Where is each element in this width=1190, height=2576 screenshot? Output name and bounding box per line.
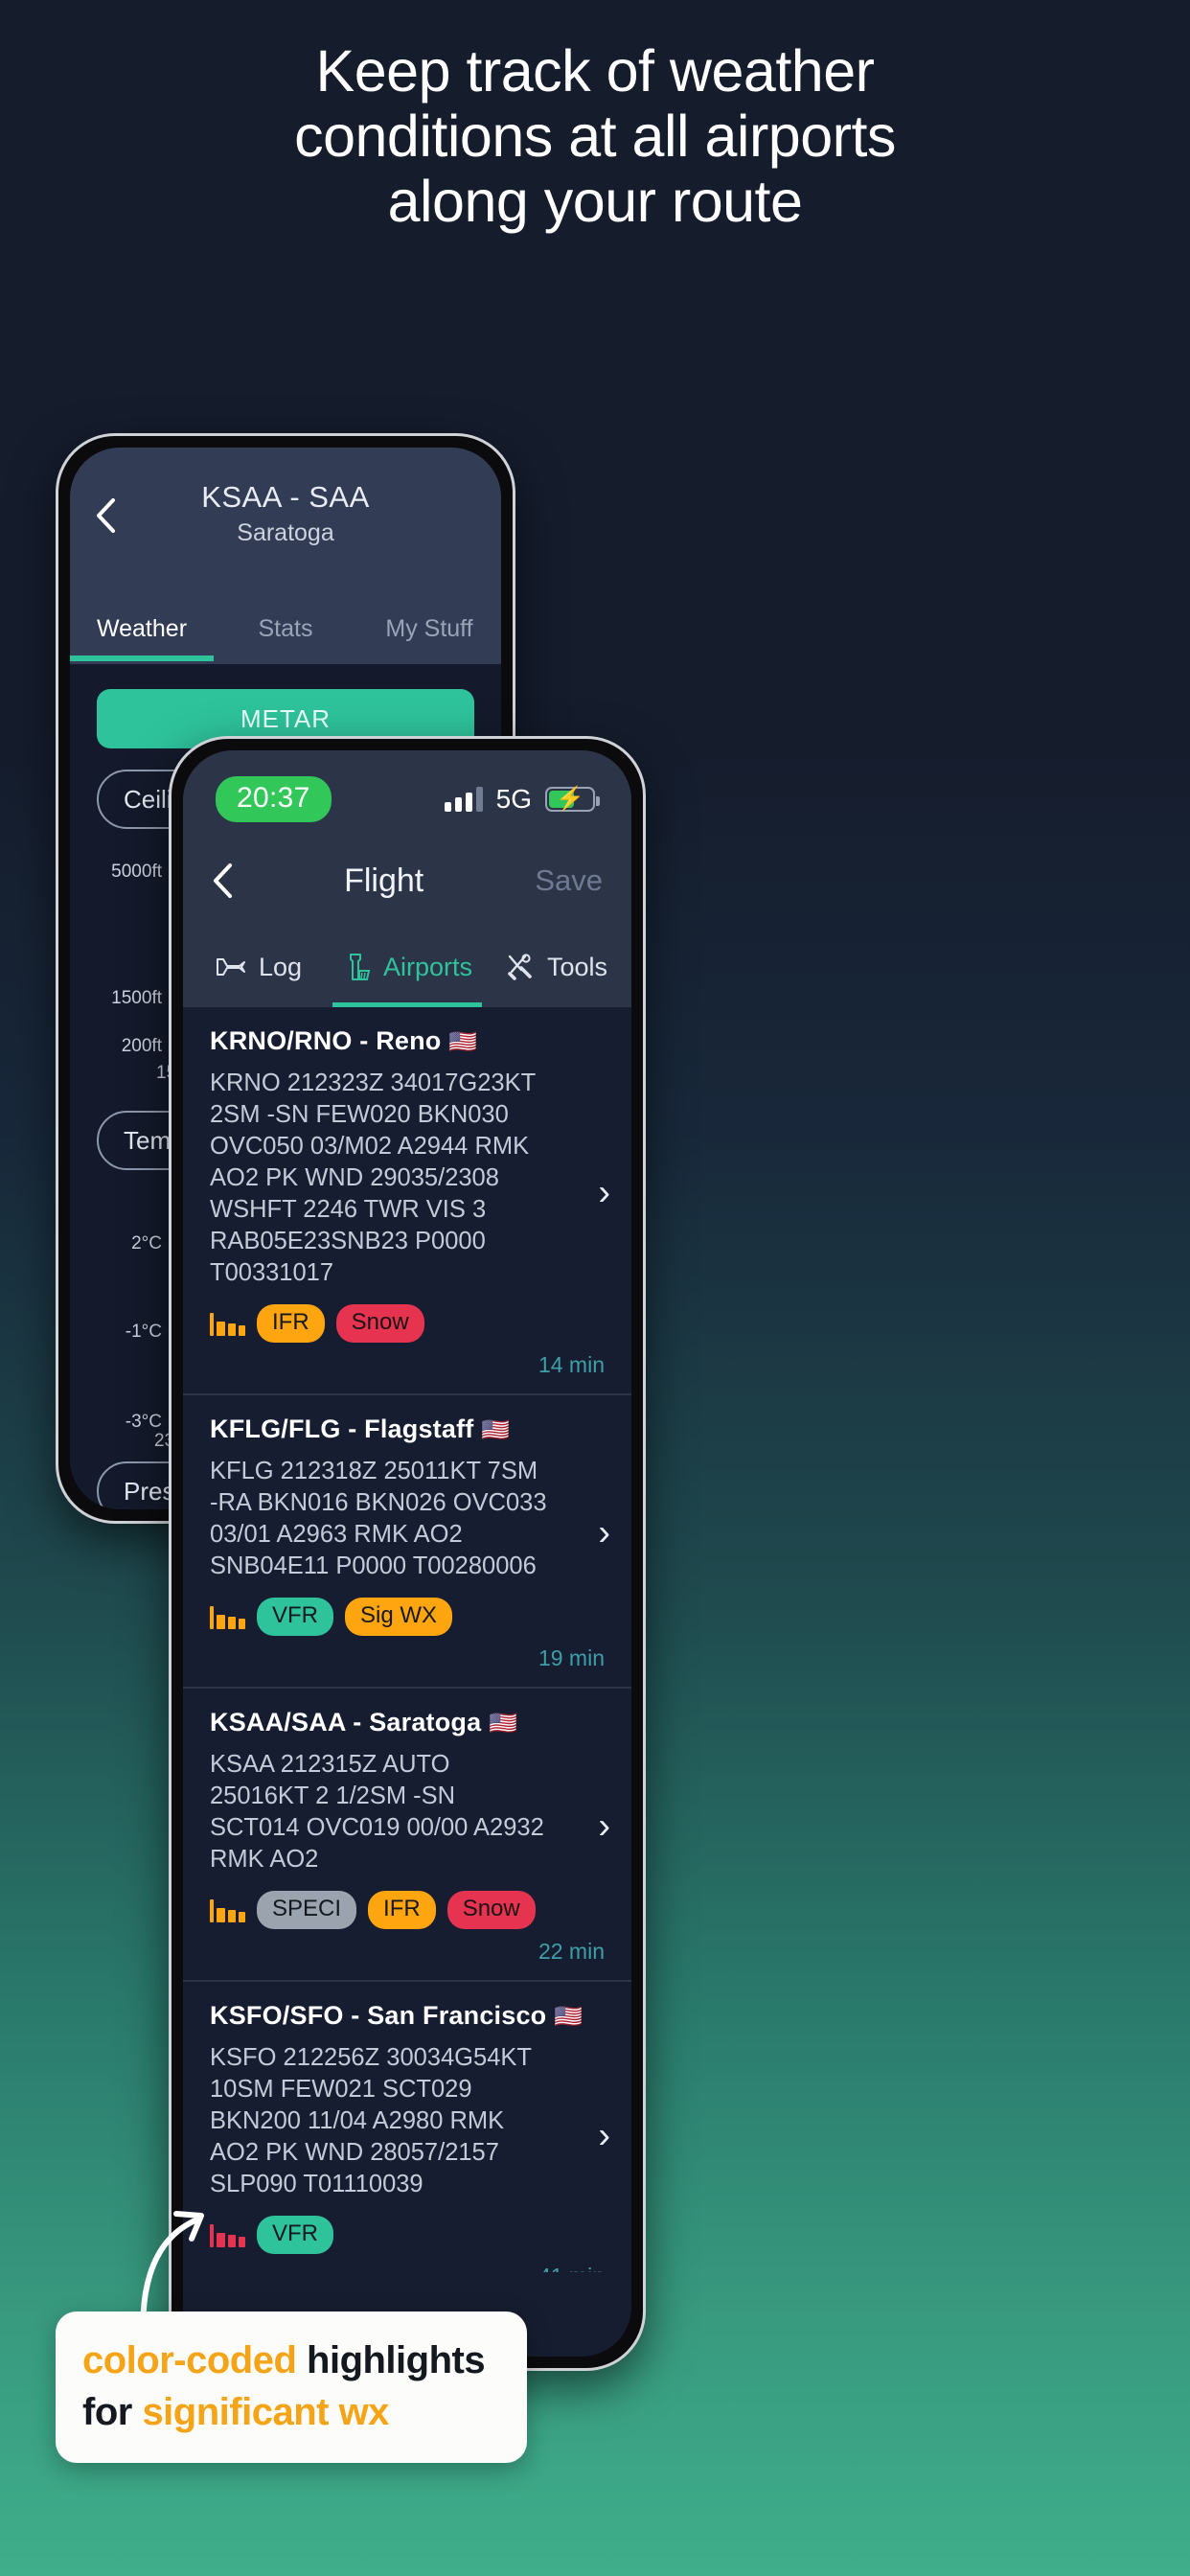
airports-list[interactable]: KRNO/RNO - Reno 🇺🇸 KRNO 212323Z 34017G23… [183,1007,631,2272]
metar-text: KFLG 212318Z 25011KT 7SM -RA BKN016 BKN0… [210,1458,547,1579]
battery-charging-icon: ⚡ [545,786,600,812]
phone-volume-down-button [56,781,57,852]
tab-weather[interactable]: Weather [70,615,214,661]
back-page-title: KSAA - SAA [201,480,370,514]
caption-highlight-2: significant wx [142,2391,389,2433]
front-phone-mockup: 20:37 5G ⚡ Flight Save Log Airports Tool… [169,736,646,2371]
charging-bolt-icon: ⚡ [556,786,584,812]
phone-mute-switch [56,624,57,664]
chip-weather-hazard[interactable]: Snow [446,1891,536,1929]
condition-chips: VFR [210,2216,605,2254]
tab-log[interactable]: Log [183,953,332,982]
airport-title: KSFO/SFO - San Francisco 🇺🇸 [210,2001,605,2031]
signal-bars-icon [444,787,483,812]
tab-stats[interactable]: Stats [214,615,357,643]
back-chevron-left-icon[interactable] [95,497,116,534]
airplane-icon [216,958,245,976]
airport-name: KRNO/RNO - Reno [210,1026,442,1055]
ceiling-y-label-1500: 1500ft [111,988,162,1008]
control-tower-icon [349,954,371,980]
temp-y-label-2: 2°C [131,1233,162,1254]
caption-highlight-1: color-coded [82,2339,297,2381]
chip-weather-hazard[interactable]: Snow [335,1304,424,1343]
chip-flight-category[interactable]: VFR [257,2216,333,2254]
report-age: 41 min [210,2264,605,2272]
airport-row[interactable]: KFLG/FLG - Flagstaff 🇺🇸 KFLG 212318Z 250… [183,1393,631,1671]
back-nav-bar: KSAA - SAA Saratoga [70,448,501,593]
airport-title: KSAA/SAA - Saratoga 🇺🇸 [210,1708,605,1737]
tab-airports[interactable]: Airports [332,952,482,982]
chip-flight-category[interactable]: IFR [257,1304,325,1343]
country-flag-icon: 🇺🇸 [489,1711,518,1736]
status-indicators: 5G ⚡ [444,784,600,815]
country-flag-icon: 🇺🇸 [554,2004,584,2030]
metar-text: KSAA 212315Z AUTO 25016KT 2 1/2SM -SN SC… [210,1751,544,1873]
ceiling-y-label-5000: 5000ft [111,862,162,882]
windsock-icon [210,1604,245,1629]
flight-nav-bar: Flight Save [183,835,631,927]
status-bar: 20:37 5G ⚡ [183,750,631,835]
report-age: 22 min [538,1939,605,1964]
tab-my-stuff[interactable]: My Stuff [357,615,501,643]
tab-airports-label: Airports [382,952,473,981]
caption-line-2: for significant wx [82,2386,500,2438]
country-flag-icon: 🇺🇸 [481,1417,511,1443]
condition-chips: VFR Sig WX [210,1598,605,1636]
airport-name: KSFO/SFO - San Francisco [210,2001,547,2030]
airport-row[interactable]: KSFO/SFO - San Francisco 🇺🇸 KSFO 212256Z… [183,1980,631,2272]
caption-plain-2: for [82,2391,143,2433]
tools-icon [508,954,532,980]
airport-title: KFLG/FLG - Flagstaff 🇺🇸 [210,1414,605,1444]
tab-tools[interactable]: Tools [482,953,631,982]
chip-weather-hazard[interactable]: Sig WX [345,1598,453,1636]
windsock-icon [210,1898,245,1922]
chip-flight-category[interactable]: VFR [257,1598,333,1636]
condition-chips: IFR Snow [210,1304,605,1343]
windsock-icon [210,1311,245,1336]
row-chevron-right-icon[interactable]: › [598,1513,610,1554]
page-headline: Keep track of weather conditions at all … [0,38,1190,234]
headline-line-1: Keep track of weather [315,38,875,104]
metar-text: KRNO 212323Z 34017G23KT 2SM -SN FEW020 B… [210,1070,536,1286]
flight-tab-bar: Log Airports Tools [183,927,631,1007]
row-chevron-right-icon[interactable]: › [598,1806,610,1848]
condition-chips: SPECI IFR Snow [210,1891,605,1929]
report-age: 14 min [538,1352,605,1377]
ceiling-y-label-200: 200ft [121,1036,162,1056]
front-phone-screen: 20:37 5G ⚡ Flight Save Log Airports Tool… [183,750,631,2357]
metar-text: KSFO 212256Z 30034G54KT 10SM FEW021 SCT0… [210,2044,532,2197]
caption-line-1: color-coded highlights [82,2334,500,2386]
chip-report-type[interactable]: SPECI [257,1891,357,1929]
temp-y-label-neg3: -3°C [125,1412,162,1432]
caption-plain-1: highlights [296,2339,486,2381]
caption-banner: color-coded highlights for significant w… [56,2312,527,2463]
status-time: 20:37 [216,776,332,822]
report-age: 19 min [538,1645,605,1670]
flight-page-title: Flight [344,862,424,899]
tab-tools-label: Tools [546,952,608,981]
airport-row[interactable]: KRNO/RNO - Reno 🇺🇸 KRNO 212323Z 34017G23… [183,1007,631,1378]
network-type-label: 5G [495,784,532,814]
country-flag-icon: 🇺🇸 [448,1029,478,1055]
chip-flight-category[interactable]: IFR [368,1891,436,1929]
headline-line-2: conditions at all airports [294,104,896,169]
phone-power-button [645,1145,646,1253]
save-button[interactable]: Save [535,863,603,898]
airport-name: KSAA/SAA - Saratoga [210,1708,482,1736]
row-chevron-right-icon[interactable]: › [598,1172,610,1213]
temp-y-label-neg1: -1°C [125,1322,162,1342]
back-tab-bar: Weather Stats My Stuff [70,593,501,664]
flight-back-chevron-left-icon[interactable] [212,862,233,899]
back-page-subtitle: Saratoga [237,519,334,546]
airport-title: KRNO/RNO - Reno 🇺🇸 [210,1026,605,1056]
tab-log-label: Log [258,952,303,981]
row-chevron-right-icon[interactable]: › [598,2115,610,2156]
airport-name: KFLG/FLG - Flagstaff [210,1414,474,1443]
phone-volume-up-button [56,693,57,764]
airport-row[interactable]: KSAA/SAA - Saratoga 🇺🇸 KSAA 212315Z AUTO… [183,1687,631,1965]
headline-line-3: along your route [387,169,803,234]
